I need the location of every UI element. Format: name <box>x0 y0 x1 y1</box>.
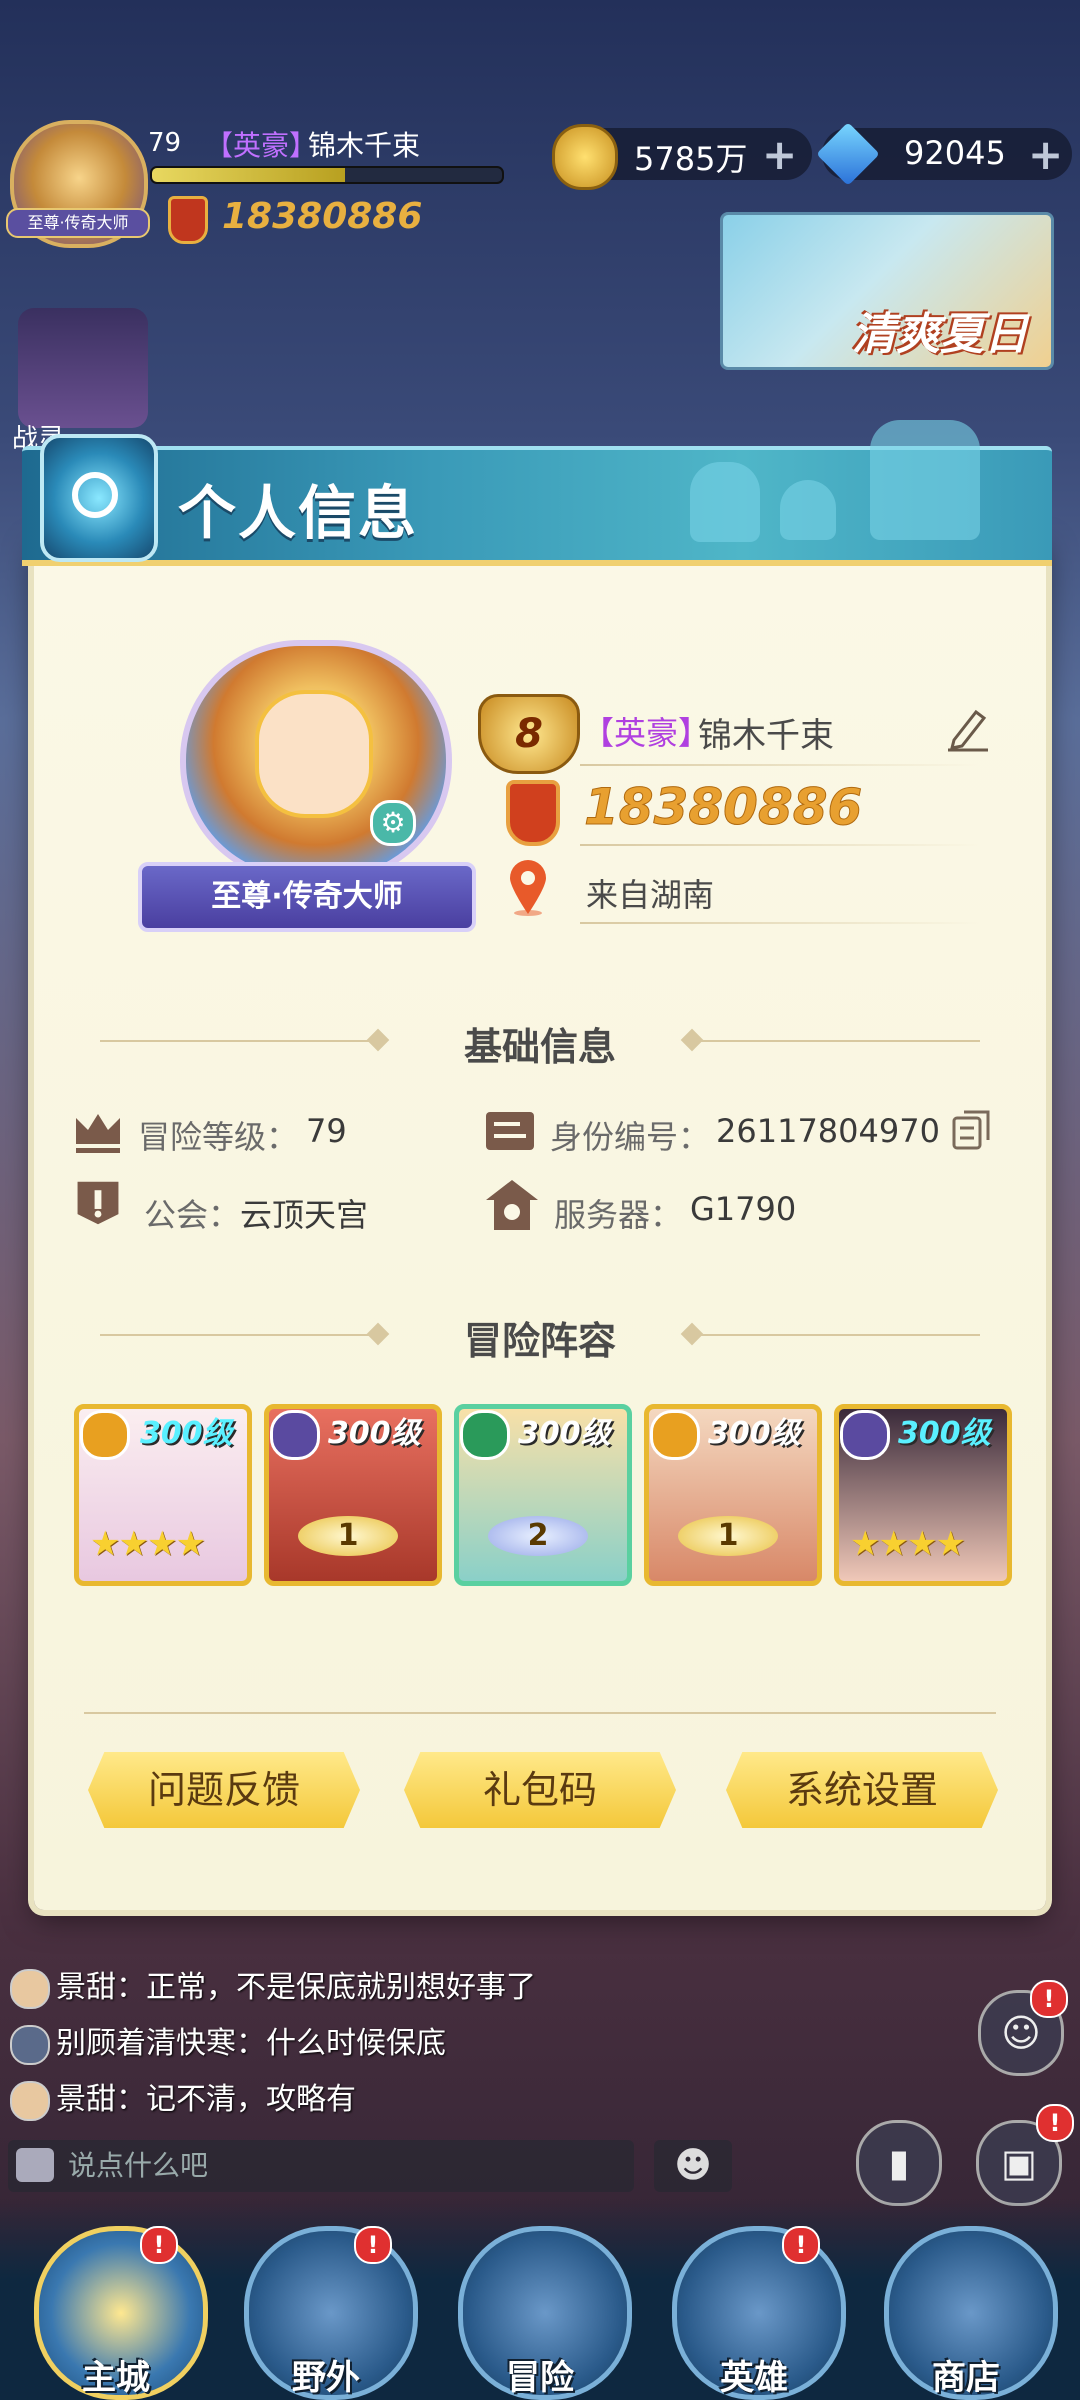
chat-bubble-icon <box>16 2148 54 2182</box>
server-value: G1790 <box>690 1190 797 1228</box>
hero-class-wind-icon <box>460 1410 510 1460</box>
nav-main-city-label: 主城 <box>82 2358 150 2398</box>
nav-shop-label: 商店 <box>932 2358 1000 2398</box>
adventure-level-value: 79 <box>306 1112 347 1150</box>
chat-message-text: 景甜：正常，不是保底就别想好事了 <box>56 1970 536 2005</box>
basic-info-heading: 基础信息 <box>463 1025 616 1069</box>
portrait-gear-icon[interactable]: ⚙ <box>370 800 416 846</box>
portrait-character-face <box>255 690 373 818</box>
profile-location: 来自湖南 <box>586 876 715 914</box>
emoji-button[interactable]: ☻ <box>654 2140 732 2192</box>
id-label: 身份编号： <box>550 1118 711 1156</box>
hero-5-stars: ★★★★ <box>850 1524 966 1564</box>
nav-wild-label: 野外 <box>292 2358 360 2398</box>
hero-3-level: 300级 <box>518 1416 611 1451</box>
player-name: 锦木千束 <box>308 129 421 162</box>
location-pin-icon <box>510 860 546 916</box>
hero-1-stars: ★★★★ <box>90 1524 206 1564</box>
nav-heroes-badge: ! <box>782 2226 820 2264</box>
section-divider <box>100 1040 380 1042</box>
event-banner-text: 清爽夏日 <box>852 309 1028 360</box>
chat-avatar <box>10 2024 50 2065</box>
server-house-icon <box>486 1180 538 1230</box>
power-shield-icon <box>506 780 560 846</box>
buttons-divider <box>84 1712 996 1714</box>
chat-message-text: 景甜：记不清，攻略有 <box>56 2082 356 2117</box>
lineup-heading: 冒险阵容 <box>463 1319 616 1363</box>
nav-wild-badge: ! <box>354 2226 392 2264</box>
hero-3-awaken-wing: 2 <box>488 1516 588 1556</box>
edit-name-pencil-icon[interactable] <box>946 704 990 752</box>
dialog-title: 个人信息 <box>178 479 419 547</box>
gift-code-button[interactable]: 礼包码 <box>404 1752 676 1828</box>
hero-class-diamond-icon <box>840 1410 890 1460</box>
hero-class-diamond-icon <box>270 1410 320 1460</box>
chat-message: 别顾着清快寒：什么时候保底 <box>10 2018 446 2065</box>
chat-avatar <box>10 2080 50 2121</box>
section-divider <box>100 1334 380 1336</box>
gold-coin-icon <box>552 124 618 190</box>
profile-title-tag: 【英豪】 <box>582 714 711 752</box>
feedback-button[interactable]: 问题反馈 <box>88 1752 360 1828</box>
chat-message-text: 别顾着清快寒：什么时候保底 <box>56 2026 446 2061</box>
section-divider <box>700 1040 980 1042</box>
system-settings-button[interactable]: 系统设置 <box>726 1752 998 1828</box>
chat-avatar <box>10 1968 50 2009</box>
gold-value: 5785万 <box>634 140 748 178</box>
guild-label: 公会： <box>144 1196 241 1234</box>
nav-adventure-label: 冒险 <box>506 2358 574 2398</box>
rank-title-banner: 至尊·传奇大师 <box>138 862 476 932</box>
copy-icon[interactable] <box>952 1108 992 1152</box>
player-level: 79 <box>148 128 182 158</box>
bag-alert-badge: ! <box>1036 2104 1074 2142</box>
row-divider <box>580 764 980 766</box>
adventure-level-label: 冒险等级： <box>138 1118 299 1156</box>
add-gold-button[interactable]: + <box>762 130 797 179</box>
power-shield-icon <box>168 196 208 244</box>
nav-heroes-label: 英雄 <box>720 2358 788 2398</box>
friends-alert-badge: ! <box>1030 1980 1068 2018</box>
add-gem-button[interactable]: + <box>1028 130 1063 179</box>
crown-icon <box>76 1114 120 1153</box>
exp-bar <box>150 166 504 184</box>
player-power: 18380886 <box>222 196 423 237</box>
hero-4-level: 300级 <box>708 1416 801 1451</box>
row-divider <box>580 922 980 924</box>
player-title-tag: 【英豪】 <box>205 129 318 162</box>
hero-2-level: 300级 <box>328 1416 421 1451</box>
ranking-button[interactable]: ▮ <box>856 2120 942 2206</box>
hero-class-sun-icon <box>650 1410 700 1460</box>
chat-message: 景甜：记不清，攻略有 <box>10 2074 356 2121</box>
profile-name: 锦木千束 <box>698 716 834 756</box>
gem-value: 92045 <box>904 134 1006 172</box>
emblem-ring-icon <box>72 472 118 518</box>
nav-main-city-badge: ! <box>140 2226 178 2264</box>
decor-creature-icon <box>780 480 836 540</box>
chat-message: 景甜：正常，不是保底就别想好事了 <box>10 1962 536 2009</box>
guild-value: 云顶天宫 <box>240 1196 369 1234</box>
profile-power: 18380886 <box>583 778 863 837</box>
section-divider <box>700 1334 980 1336</box>
hero-1-level: 300级 <box>140 1416 233 1451</box>
hero-class-sun-icon <box>80 1410 130 1460</box>
decor-creature-icon <box>870 420 980 540</box>
hero-2-awaken-wing: 1 <box>298 1516 398 1556</box>
id-value: 26117804970 <box>716 1112 940 1150</box>
exp-bar-fill <box>152 168 345 182</box>
server-label: 服务器： <box>554 1196 683 1234</box>
avatar-rank-badge: 至尊·传奇大师 <box>6 208 150 238</box>
chat-input[interactable]: 说点什么吧 <box>8 2140 634 2192</box>
guild-banner-icon <box>77 1181 119 1225</box>
id-card-icon <box>486 1112 534 1150</box>
row-divider <box>580 844 980 846</box>
side-event-widget[interactable] <box>18 308 148 428</box>
vip-level-badge: 8 <box>478 694 580 774</box>
decor-creature-icon <box>690 462 760 542</box>
hero-4-awaken-wing: 1 <box>678 1516 778 1556</box>
hero-5-level: 300级 <box>898 1416 991 1451</box>
